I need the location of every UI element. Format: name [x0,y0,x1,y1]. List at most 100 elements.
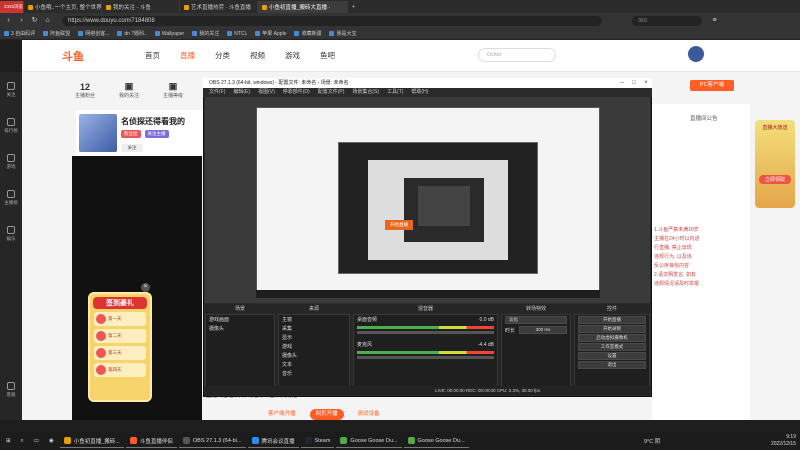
studio-mode-button[interactable]: 工作室模式 [578,343,646,351]
taskbar-app[interactable]: 腾讯会议直播 [247,434,299,448]
nav-video[interactable]: 视频 [250,50,265,61]
checkin-gift-popup[interactable]: 签到豪礼 第一天 第二天 第三天 第四天 [88,292,152,402]
bookmark[interactable]: dn ?题科.. [113,30,151,37]
nav-fishbar[interactable]: 鱼吧 [320,50,335,61]
taskbar-app[interactable]: Steam [300,434,335,448]
task-view-icon[interactable]: ▭ [30,434,43,448]
bookmark[interactable]: 我的关注 [188,30,223,37]
system-clock[interactable]: 9:19 2022/12/15 [771,434,796,448]
bookmark[interactable]: 3 自由码评 [0,30,39,37]
follow-anchor-badge[interactable]: 关注主播 [144,130,169,138]
settings-button[interactable]: 设置 [578,352,646,360]
menu-help[interactable]: 帮助(H) [411,88,428,97]
volume-slider[interactable] [357,356,494,359]
site-search-input[interactable]: Ocitet [478,48,556,62]
rail-ranking[interactable]: 排行榜 [0,108,22,144]
volume-slider[interactable] [357,331,494,334]
minimize-icon[interactable]: – [616,78,628,88]
edge-icon[interactable]: ◉ [45,434,58,448]
promo-cta-button[interactable]: 立即领取 [759,175,791,184]
source-item[interactable]: 显示 [279,333,349,342]
fan-badge[interactable]: 粉丝团 [121,130,141,138]
rail-games[interactable]: 游戏 [0,144,22,180]
source-item[interactable]: 摄像头 [279,351,349,360]
rail-entertainment[interactable]: 娱乐 [0,216,22,252]
scene-item[interactable]: 摄像头 [206,324,274,333]
nav-category[interactable]: 分类 [215,50,230,61]
start-icon[interactable]: ⊞ [2,434,15,448]
virtual-camera-button[interactable]: 启动虚拟摄像机 [578,334,646,342]
taskbar-app[interactable]: OBS 27.1.3 (64-bi... [178,434,246,448]
taskbar-app[interactable]: 小鱼初直播_搬砖... [59,434,124,448]
rail-follow[interactable]: 关注 [0,72,22,108]
start-streaming-button[interactable]: 开始直播 [578,316,646,324]
taskbar-app[interactable]: 斗鱼直播伴侣 [125,434,177,448]
scene-item[interactable]: 游戏画面 [206,315,274,324]
menu-scene-collection[interactable]: 场景集合(S) [352,88,379,97]
maximize-icon[interactable]: □ [628,78,640,88]
bookmark[interactable]: NTCL [223,31,251,37]
menu-file[interactable]: 文件(F) [209,88,225,97]
source-item[interactable]: 游戏 [279,342,349,351]
nav-home[interactable]: 首页 [145,50,160,61]
source-item[interactable]: 文本 [279,360,349,369]
source-item[interactable]: 采集 [279,324,349,333]
stat-follow[interactable]: ▣ 我的关注 [114,81,144,99]
nav-live[interactable]: 直播 [180,50,195,61]
bookmark[interactable]: 我是大宝 [325,30,360,37]
close-icon[interactable]: × [640,78,652,88]
obs-titlebar[interactable]: OBS 27.1.3 (64-bit, windows) - 配置文件: 未命名… [203,78,652,88]
taskbar-app[interactable]: Goose Goose Du... [336,434,402,448]
stat-level[interactable]: ▣ 主播等级 [158,81,188,99]
menu-docks[interactable]: 停靠部件(D) [283,88,310,97]
menu-tools[interactable]: 工具(T) [387,88,403,97]
rail-anchors[interactable]: 主播榜 [0,180,22,216]
exit-button[interactable]: 退出 [578,361,646,369]
gift-day[interactable]: 第四天 [94,363,146,377]
pc-client-button[interactable]: PC客户端 [690,80,734,91]
menu-view[interactable]: 视图(V) [258,88,275,97]
nav-games[interactable]: 游戏 [285,50,300,61]
transition-select[interactable]: 淡化 [505,316,567,324]
duration-input[interactable]: 300 ms [519,326,567,334]
anchor-avatar[interactable] [79,114,117,152]
address-bar[interactable]: https://www.douyu.com/7184808 [62,15,602,26]
close-icon[interactable]: × [141,283,150,292]
menu-edit[interactable]: 编辑(E) [233,88,250,97]
rail-service[interactable]: 客服 [0,372,22,408]
gift-day[interactable]: 第一天 [94,312,146,326]
bookmark[interactable]: 收藏新疆 [290,30,325,37]
user-avatar[interactable] [688,46,704,62]
follow-button[interactable]: 关注 [121,144,143,152]
browser-brand[interactable]: 2345浏览器 [0,1,24,13]
client-broadcast-button[interactable]: 客户端开播 [262,409,302,420]
gift-day[interactable]: 第三天 [94,346,146,360]
web-broadcast-button[interactable]: 网页开播 [309,409,344,420]
gift-day[interactable]: 第二天 [94,329,146,343]
test-device-button[interactable]: 测试设备 [352,409,386,420]
back-icon[interactable]: ‹ [4,16,13,25]
bookmark[interactable]: 网络创客... [74,30,113,37]
browser-search-input[interactable]: 360 [632,15,702,26]
promo-banner[interactable]: 直播大放送 立即领取 [755,120,795,208]
source-item[interactable]: 主窗 [279,315,349,324]
browser-tab[interactable]: 艺术直播热劳 · 斗鱼直播 [180,1,258,13]
weather-widget[interactable]: 9°C 阴 [644,437,660,445]
forward-icon[interactable]: › [17,16,26,25]
source-item[interactable]: 音乐 [279,369,349,378]
menu-icon[interactable]: ≡ [710,16,719,25]
browser-tab[interactable]: 小鱼哦..一个主页, 整个世界 · [24,1,102,13]
site-logo[interactable]: 斗鱼 [62,48,84,64]
bookmark[interactable]: Wallpaper [151,31,188,37]
bookmark[interactable]: 阿鱼联盟 [39,30,74,37]
taskbar-app[interactable]: Goose Goose Du... [403,434,469,448]
browser-tab-active[interactable]: 小鱼初直播_搬砖大直播 · [258,1,348,13]
new-tab-icon[interactable]: + [348,1,360,13]
bookmark[interactable]: 苹果 Apple [251,30,290,37]
search-icon[interactable]: ⌕ [17,434,28,448]
browser-tab[interactable]: 我的关注 - 斗鱼 [102,1,180,13]
menu-profile[interactable]: 配置文件(P) [318,88,345,97]
stat-fans[interactable]: 12 主播粉丝 [70,82,100,99]
start-recording-button[interactable]: 开始录制 [578,325,646,333]
refresh-icon[interactable]: ↻ [30,16,39,25]
